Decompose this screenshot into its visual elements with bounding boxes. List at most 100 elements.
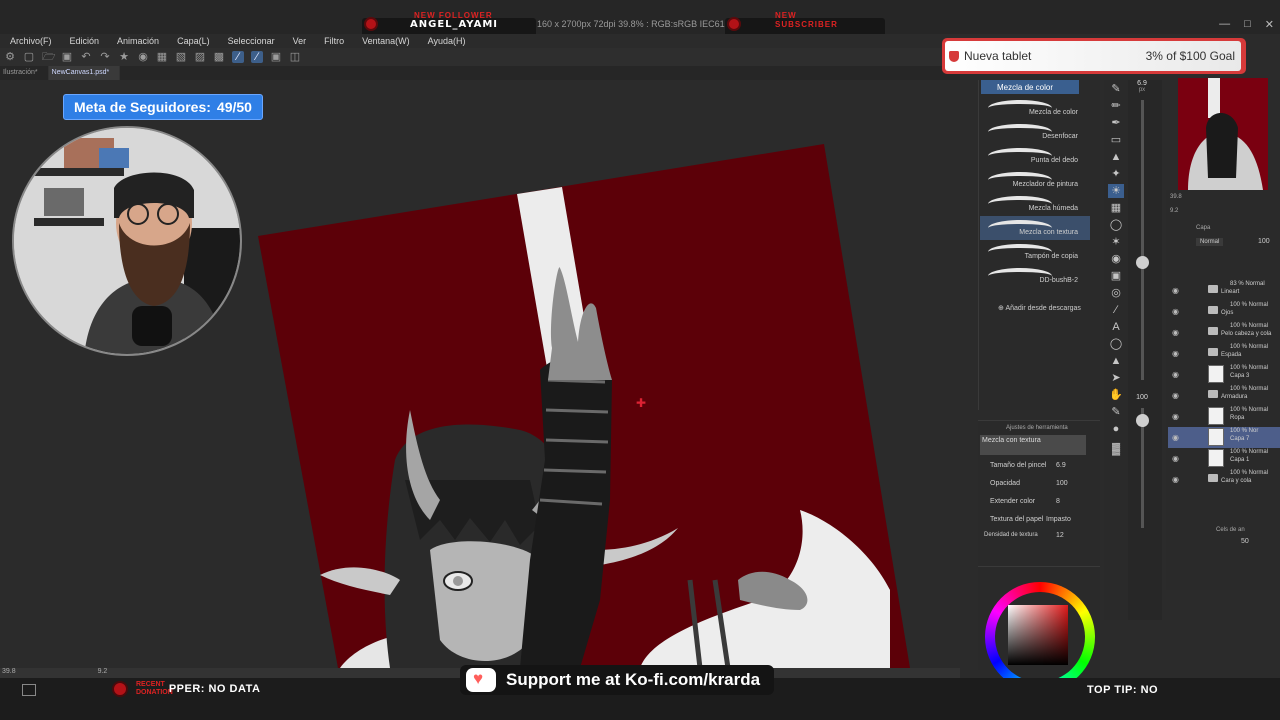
redo-icon[interactable]: ↷ bbox=[99, 51, 111, 63]
visibility-eye-icon[interactable]: ◉ bbox=[1172, 475, 1179, 484]
visibility-eye-icon[interactable]: ◉ bbox=[1172, 370, 1179, 379]
snap-ruler-icon[interactable]: ∕ bbox=[232, 51, 244, 63]
bucket-tool-icon[interactable]: ◉ bbox=[1108, 252, 1124, 266]
magic-wand-icon[interactable]: ✶ bbox=[1108, 235, 1124, 249]
brush-item[interactable]: Mezclador de pintura bbox=[980, 168, 1090, 192]
menu-window[interactable]: Ventana(W) bbox=[352, 34, 418, 48]
layer-row[interactable]: ◉ 100 % Normal Capa 3 bbox=[1168, 364, 1280, 385]
brush-item[interactable]: Tampón de copia bbox=[980, 240, 1090, 264]
visibility-eye-icon[interactable]: ◉ bbox=[1172, 307, 1179, 316]
tool-property-brush-name: Mezcla con textura bbox=[980, 435, 1086, 455]
lasso-tool-icon[interactable]: ◯ bbox=[1108, 218, 1124, 232]
brush-item[interactable]: Punta del dedo bbox=[980, 144, 1090, 168]
menu-layer[interactable]: Capa(L) bbox=[167, 34, 218, 48]
snap-grid-icon[interactable]: ▣ bbox=[270, 51, 282, 63]
subtool-header[interactable]: Mezcla de color bbox=[981, 80, 1079, 94]
tab-newcanvas[interactable]: NewCanvas1.psd* bbox=[48, 66, 121, 80]
navigator-thumbnail[interactable] bbox=[1178, 78, 1268, 190]
eyedropper-tool-icon[interactable]: ✎ bbox=[1108, 405, 1124, 419]
text-tool-icon[interactable]: A bbox=[1108, 320, 1124, 334]
brush-stroke-preview bbox=[988, 268, 1052, 276]
visibility-eye-icon[interactable]: ◉ bbox=[1172, 391, 1179, 400]
blend-mode-select[interactable]: Normal bbox=[1196, 238, 1224, 246]
hand-tool-icon[interactable]: ✋ bbox=[1108, 388, 1124, 402]
save-icon[interactable]: ▣ bbox=[61, 51, 73, 63]
minimize-icon[interactable]: — bbox=[1219, 18, 1230, 31]
ruler-snap-icon[interactable]: ▩ bbox=[213, 51, 225, 63]
figure-tool-icon[interactable]: ◎ bbox=[1108, 286, 1124, 300]
layer-row[interactable]: ◉ 100 % Normal Capa 1 bbox=[1168, 448, 1280, 469]
layer-folder-row[interactable]: ◉ 100 % Normal Espada bbox=[1168, 343, 1280, 364]
menu-file[interactable]: Archivo(F) bbox=[0, 34, 60, 48]
visibility-eye-icon[interactable]: ◉ bbox=[1172, 454, 1179, 463]
menu-help[interactable]: Ayuda(H) bbox=[418, 34, 474, 48]
main-color-icon[interactable]: ● bbox=[1108, 422, 1124, 436]
layer-opacity-value[interactable]: 100 bbox=[1258, 238, 1270, 245]
tool-property-value[interactable]: Impasto bbox=[1046, 516, 1071, 523]
pattern-icon[interactable]: ▓ bbox=[1108, 442, 1124, 456]
brush-item[interactable]: Mezcla con textura bbox=[980, 216, 1090, 240]
layer-folder-row[interactable]: ◉ 100 % Normal Ojos bbox=[1168, 301, 1280, 322]
line-tool-icon[interactable]: ∕ bbox=[1108, 303, 1124, 317]
menu-filter[interactable]: Filtro bbox=[314, 34, 352, 48]
visibility-eye-icon[interactable]: ◉ bbox=[1172, 286, 1179, 295]
tab-illustration[interactable]: Ilustración* bbox=[0, 66, 49, 80]
brush-size-slider-track[interactable] bbox=[1141, 100, 1144, 380]
tool-property-value[interactable]: 100 bbox=[1056, 480, 1068, 487]
snap-special-ruler-icon[interactable]: ∕ bbox=[251, 51, 263, 63]
crop-icon[interactable]: ▨ bbox=[194, 51, 206, 63]
tool-property-value[interactable]: 6.9 bbox=[1056, 462, 1066, 469]
opacity-slider-knob[interactable] bbox=[1136, 414, 1149, 427]
operation-tool-icon[interactable]: ➤ bbox=[1108, 371, 1124, 385]
add-from-downloads[interactable]: ⊕ Añadir desde descargas bbox=[998, 304, 1081, 312]
new-follower-name: ANGEL_AYAMI bbox=[410, 18, 498, 30]
brush-item[interactable]: DD-bushB-2 bbox=[980, 264, 1090, 288]
deselect-icon[interactable]: ▧ bbox=[175, 51, 187, 63]
close-icon[interactable]: ✕ bbox=[1265, 18, 1274, 31]
ruler-tool-icon[interactable]: ▲ bbox=[1108, 354, 1124, 368]
grid-tool-icon[interactable]: ▦ bbox=[1108, 201, 1124, 215]
app-logo-icon[interactable]: ⚙ bbox=[4, 51, 16, 63]
pen-tool-icon[interactable]: ✎ bbox=[1108, 82, 1124, 96]
menu-select[interactable]: Seleccionar bbox=[218, 34, 283, 48]
layer-folder-row[interactable]: ◉ 100 % Normal Cara y cola bbox=[1168, 469, 1280, 490]
layer-row[interactable]: ◉ 100 % Nor Capa 7 bbox=[1168, 427, 1280, 448]
undo-icon[interactable]: ↶ bbox=[80, 51, 92, 63]
tool-property-value[interactable]: 8 bbox=[1056, 498, 1060, 505]
balloon-tool-icon[interactable]: ◯ bbox=[1108, 337, 1124, 351]
layer-tab[interactable]: Capa bbox=[1196, 225, 1210, 231]
menu-view[interactable]: Ver bbox=[283, 34, 315, 48]
status-zoom[interactable]: 39.8 bbox=[2, 668, 16, 675]
visibility-eye-icon[interactable]: ◉ bbox=[1172, 328, 1179, 337]
open-folder-icon[interactable]: 🗁 bbox=[42, 51, 56, 63]
eraser-tool-icon[interactable]: ▭ bbox=[1108, 133, 1124, 147]
layer-folder-row[interactable]: ◉ 100 % Normal Armadura bbox=[1168, 385, 1280, 406]
tool-property-value[interactable]: 12 bbox=[1056, 532, 1064, 539]
blend-tool-icon[interactable]: ☀ bbox=[1108, 184, 1124, 198]
brush-item[interactable]: Mezcla de color bbox=[980, 96, 1090, 120]
companion-icon[interactable]: ◫ bbox=[289, 51, 301, 63]
menu-edit[interactable]: Edición bbox=[60, 34, 108, 48]
gradient-tool-icon[interactable]: ▣ bbox=[1108, 269, 1124, 283]
saturation-value-picker[interactable] bbox=[1008, 605, 1068, 665]
transform-icon[interactable]: ▦ bbox=[156, 51, 168, 63]
visibility-eye-icon[interactable]: ◉ bbox=[1172, 412, 1179, 421]
clear-icon[interactable]: ★ bbox=[118, 51, 130, 63]
decoration-tool-icon[interactable]: ✦ bbox=[1108, 167, 1124, 181]
new-file-icon[interactable]: ▢ bbox=[23, 51, 35, 63]
layer-folder-row[interactable]: ◉ 83 % Normal Lineart bbox=[1168, 280, 1280, 301]
fill-tool-icon[interactable]: ▲ bbox=[1108, 150, 1124, 164]
pencil-tool-icon[interactable]: ✏ bbox=[1108, 99, 1124, 113]
menu-animation[interactable]: Animación bbox=[107, 34, 167, 48]
brush-size-slider-knob[interactable] bbox=[1136, 256, 1149, 269]
visibility-eye-icon[interactable]: ◉ bbox=[1172, 349, 1179, 358]
visibility-eye-icon[interactable]: ◉ bbox=[1172, 433, 1179, 442]
maximize-icon[interactable]: □ bbox=[1244, 18, 1251, 31]
brush-item[interactable]: Desenfocar bbox=[980, 120, 1090, 144]
brush-tool-icon[interactable]: ✒ bbox=[1108, 116, 1124, 130]
fill-icon[interactable]: ◉ bbox=[137, 51, 149, 63]
layer-row[interactable]: ◉ 100 % Normal Ropa bbox=[1168, 406, 1280, 427]
brush-item[interactable]: Mezcla húmeda bbox=[980, 192, 1090, 216]
layer-folder-row[interactable]: ◉ 100 % Normal Pelo cabeza y cola bbox=[1168, 322, 1280, 343]
status-angle[interactable]: 9.2 bbox=[98, 668, 108, 675]
